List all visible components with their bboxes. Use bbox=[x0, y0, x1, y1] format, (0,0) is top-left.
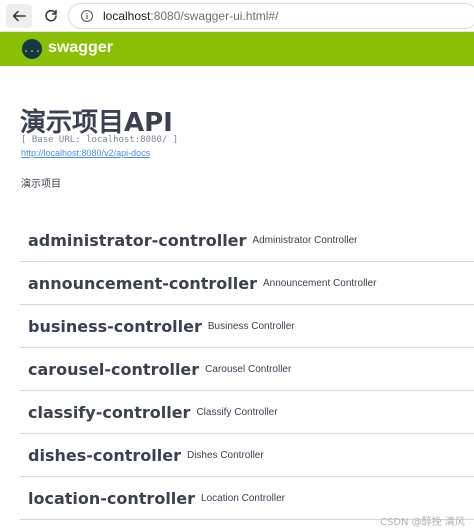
controller-name[interactable]: business-controller bbox=[28, 317, 202, 336]
url-host: localhost bbox=[103, 9, 151, 23]
url-path: :8080/swagger-ui.html#/ bbox=[150, 9, 279, 23]
swagger-topbar: {...} swagger bbox=[0, 32, 474, 66]
reload-icon bbox=[45, 9, 57, 22]
controller-name[interactable]: announcement-controller bbox=[28, 274, 257, 293]
controller-name[interactable]: location-controller bbox=[28, 489, 195, 508]
controller-section[interactable]: announcement-controller Announcement Con… bbox=[20, 262, 474, 305]
controller-description: Location Controller bbox=[201, 492, 285, 504]
api-docs-link[interactable]: http://localhost:8080/v2/api-docs bbox=[21, 148, 150, 158]
base-url: [ Base URL: localhost:8080/ ] bbox=[21, 135, 179, 145]
info-icon[interactable]: i bbox=[81, 10, 93, 22]
reload-button[interactable] bbox=[38, 4, 64, 28]
address-bar[interactable]: i localhost:8080/swagger-ui.html#/ bbox=[68, 3, 474, 29]
controller-list: administrator-controller Administrator C… bbox=[20, 219, 474, 520]
controller-name[interactable]: classify-controller bbox=[28, 403, 190, 422]
controller-section[interactable]: dishes-controller Dishes Controller bbox=[20, 434, 474, 477]
controller-name[interactable]: carousel-controller bbox=[28, 360, 199, 379]
controller-name[interactable]: dishes-controller bbox=[28, 446, 181, 465]
api-title: 演示项目API bbox=[20, 108, 173, 138]
url-text: localhost:8080/swagger-ui.html#/ bbox=[103, 9, 278, 23]
browser-toolbar: i localhost:8080/swagger-ui.html#/ bbox=[0, 0, 474, 32]
controller-section[interactable]: classify-controller Classify Controller bbox=[20, 391, 474, 434]
controller-description: Business Controller bbox=[207, 320, 295, 332]
controller-section[interactable]: administrator-controller Administrator C… bbox=[20, 219, 474, 262]
controller-name[interactable]: administrator-controller bbox=[28, 231, 246, 250]
arrow-left-icon bbox=[12, 10, 26, 22]
controller-description: Carousel Controller bbox=[205, 363, 292, 375]
api-description: 演示项目 bbox=[21, 179, 61, 190]
controller-description: Announcement Controller bbox=[263, 277, 377, 289]
swagger-logo-icon[interactable]: {...} bbox=[17, 39, 47, 59]
controller-section[interactable]: carousel-controller Carousel Controller bbox=[20, 348, 474, 391]
controller-description: Classify Controller bbox=[196, 406, 278, 418]
swagger-logo-text[interactable]: swagger bbox=[48, 39, 113, 57]
back-button[interactable] bbox=[6, 4, 32, 28]
controller-description: Dishes Controller bbox=[186, 449, 264, 461]
controller-section[interactable]: business-controller Business Controller bbox=[20, 305, 474, 348]
watermark: CSDN @醉挽 清风 bbox=[380, 517, 465, 528]
controller-description: Administrator Controller bbox=[252, 234, 358, 246]
